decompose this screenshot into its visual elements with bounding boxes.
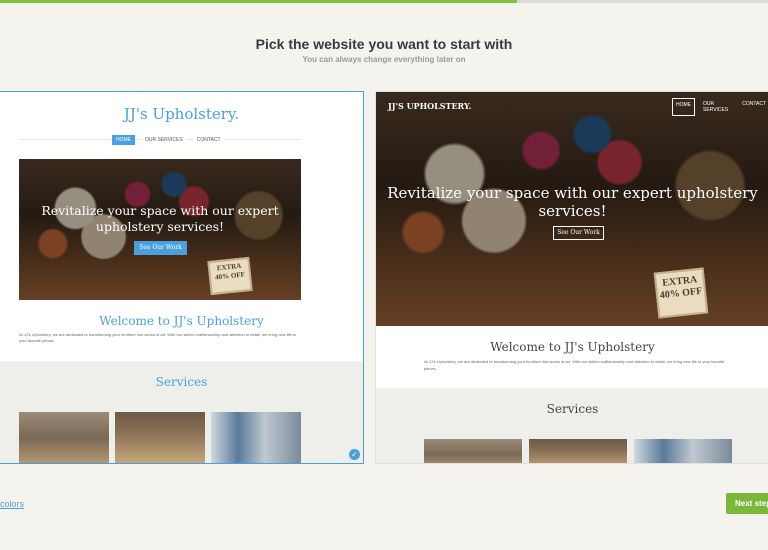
change-colors-link[interactable]: colors	[0, 499, 24, 509]
template-logo: JJ'S UPHOLSTERY.	[388, 101, 472, 111]
welcome-body: At JJ's Upholstery, we are dedicated to …	[19, 332, 297, 343]
welcome-heading: Welcome to JJ's Upholstery	[99, 314, 264, 328]
service-image	[211, 412, 301, 463]
hero-button: See Our Work	[134, 241, 187, 255]
template-nav: HOME OUR SERVICES CONTACT	[672, 98, 768, 116]
service-image	[115, 412, 205, 463]
progress-fill	[0, 0, 517, 3]
hero-image: EXTRA 40% OFF Revitalize your space with…	[19, 159, 301, 300]
sale-tag: EXTRA 40% OFF	[653, 267, 709, 319]
nav-item-contact: CONTACT	[192, 135, 225, 145]
template-card-classic[interactable]: JJ's Upholstery. HOME OUR SERVICES CONTA…	[0, 91, 364, 464]
template-nav: HOME OUR SERVICES CONTACT	[112, 135, 225, 145]
nav-item-home: HOME	[112, 135, 135, 145]
service-image	[19, 412, 109, 463]
sale-tag: EXTRA 40% OFF	[207, 256, 253, 296]
hero-headline: Revitalize your space with our expert up…	[41, 203, 279, 234]
template-logo: JJ's Upholstery.	[123, 105, 240, 123]
welcome-body: At JJ's Upholstery, we are dedicated to …	[424, 359, 725, 371]
welcome-heading: Welcome to JJ's Upholstery	[490, 340, 655, 354]
nav-item-home: HOME	[672, 98, 695, 116]
service-image	[424, 439, 522, 463]
page-title: Pick the website you want to start with	[255, 36, 513, 52]
services-heading: Services	[546, 402, 599, 416]
check-icon: ✓	[349, 449, 360, 460]
template-card-bold[interactable]: EXTRA 40% OFF Revitalize your space with…	[375, 91, 768, 464]
next-step-button[interactable]: Next step	[726, 493, 768, 514]
service-image	[529, 439, 627, 463]
hero-headline: Revitalize your space with our expert up…	[387, 184, 758, 220]
hero-image: EXTRA 40% OFF Revitalize your space with…	[376, 92, 768, 326]
nav-item-services: OUR SERVICES	[703, 101, 729, 113]
service-image	[634, 439, 732, 463]
page-subtitle: You can always change everything later o…	[302, 55, 466, 64]
nav-item-contact: CONTACT	[742, 101, 766, 107]
services-heading: Services	[155, 375, 208, 389]
nav-item-services: OUR SERVICES	[141, 135, 187, 145]
progress-track	[0, 0, 768, 3]
hero-button: See Our Work	[553, 226, 604, 240]
